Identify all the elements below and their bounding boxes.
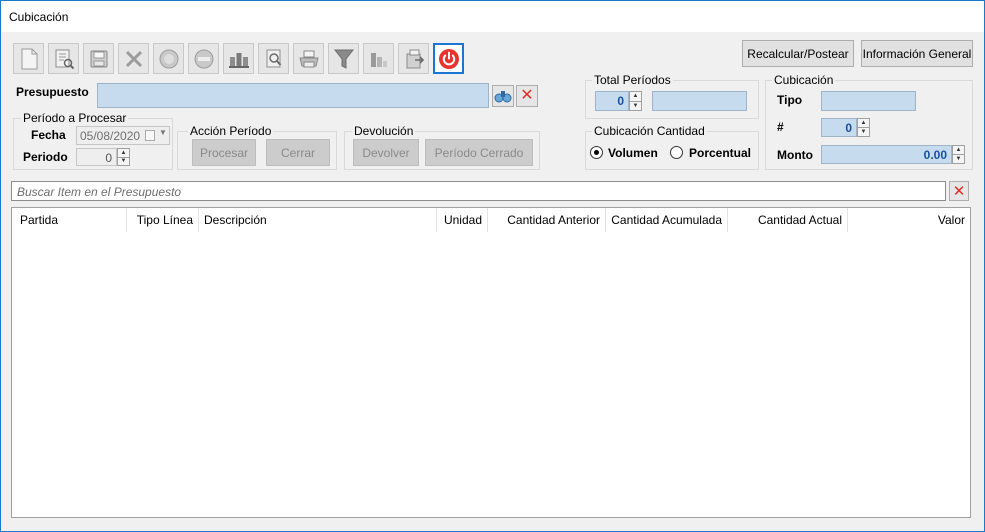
edit-document-icon[interactable] [48,43,79,74]
periodo-label: Periodo [23,150,68,164]
procesar-button[interactable]: Procesar [192,139,256,166]
monto-label: Monto [777,148,813,162]
title-bar: Cubicación [1,1,984,32]
stepper-down-icon[interactable]: ▼ [953,154,964,163]
accion-periodo-title: Acción Período [188,124,274,138]
search-input[interactable]: Buscar Item en el Presupuesto [11,181,946,201]
total-periodos-extra-field[interactable] [652,91,747,111]
search-placeholder: Buscar Item en el Presupuesto [17,185,182,199]
tipo-field[interactable] [821,91,916,111]
chart-icon[interactable] [363,43,394,74]
power-icon[interactable] [433,43,464,74]
devolver-button[interactable]: Devolver [353,139,419,166]
cerrar-button[interactable]: Cerrar [266,139,330,166]
presupuesto-field[interactable] [97,83,489,108]
total-periodos-value: 0 [617,94,624,108]
column-header-cantidad-actual[interactable]: Cantidad Actual [728,208,848,232]
export-icon[interactable] [398,43,429,74]
binoculars-icon [494,91,512,103]
tipo-label: Tipo [777,93,803,107]
total-periodos-field[interactable]: 0 [595,91,629,111]
periodo-procesar-title: Período a Procesar [21,111,129,125]
stepper-down-icon[interactable]: ▼ [118,156,129,166]
chevron-down-icon: ▼ [159,128,167,137]
info-general-button[interactable]: Información General [861,40,973,67]
items-grid[interactable]: Partida Tipo Línea Descripción Unidad Ca… [11,207,971,518]
monto-field[interactable]: 0.00 [821,145,952,164]
periodo-value: 0 [105,151,112,165]
porcentual-label: Porcentual [689,146,752,160]
save-icon[interactable] [83,43,114,74]
stepper-up-icon[interactable]: ▲ [953,146,964,154]
num-stepper[interactable]: ▲ ▼ [857,118,870,137]
monto-stepper[interactable]: ▲ ▼ [952,145,965,164]
column-header-tipo-linea[interactable]: Tipo Línea [127,208,199,232]
fecha-field[interactable]: 05/08/2020 ▼ [76,126,170,145]
num-label: # [777,120,784,134]
monto-value: 0.00 [923,148,947,162]
fecha-label: Fecha [31,128,66,142]
column-header-cantidad-acumulada[interactable]: Cantidad Acumulada [606,208,728,232]
presupuesto-label: Presupuesto [16,85,89,99]
num-field[interactable]: 0 [821,118,857,137]
periodo-field[interactable]: 0 [76,148,117,166]
calendar-icon [145,130,155,141]
periodo-cerrado-button[interactable]: Período Cerrado [425,139,533,166]
clear-budget-button[interactable]: ✕ [516,85,538,107]
search-budget-button[interactable] [492,85,514,107]
recalc-button[interactable]: Recalcular/Postear [742,40,854,67]
preview-icon[interactable] [258,43,289,74]
filter-icon[interactable] [328,43,359,74]
stepper-up-icon[interactable]: ▲ [630,92,641,101]
window-title: Cubicación [9,10,69,24]
delete-icon[interactable] [118,43,149,74]
reject-icon[interactable] [188,43,219,74]
clear-icon: ✕ [952,182,966,200]
volumen-label: Volumen [608,146,658,160]
periodo-stepper[interactable]: ▲ ▼ [117,148,130,166]
num-value: 0 [845,121,852,135]
window: Cubicación Recalcular/Postear Informació… [0,0,985,532]
porcentual-radio[interactable] [670,146,683,159]
column-header-partida[interactable]: Partida [15,208,127,232]
column-header-unidad[interactable]: Unidad [437,208,488,232]
stepper-down-icon[interactable]: ▼ [630,100,641,111]
print-icon[interactable] [293,43,324,74]
stepper-down-icon[interactable]: ▼ [858,127,869,136]
devolucion-title: Devolución [352,124,416,138]
total-periodos-title: Total Períodos [592,73,673,87]
total-periodos-stepper[interactable]: ▲ ▼ [629,91,642,111]
fecha-value: 05/08/2020 [80,129,141,143]
clear-icon: ✕ [520,87,534,104]
clear-search-button[interactable]: ✕ [949,181,969,201]
new-document-icon[interactable] [13,43,44,74]
cubicacion-title: Cubicación [772,73,836,87]
column-header-cantidad-anterior[interactable]: Cantidad Anterior [488,208,606,232]
volumen-radio[interactable] [590,146,603,159]
stepper-up-icon[interactable]: ▲ [118,149,129,157]
cubicacion-cantidad-title: Cubicación Cantidad [592,124,707,138]
stepper-up-icon[interactable]: ▲ [858,119,869,127]
structure-icon[interactable] [223,43,254,74]
column-header-descripcion[interactable]: Descripción [199,208,437,232]
approve-icon[interactable] [153,43,184,74]
column-header-valor[interactable]: Valor [848,208,970,232]
